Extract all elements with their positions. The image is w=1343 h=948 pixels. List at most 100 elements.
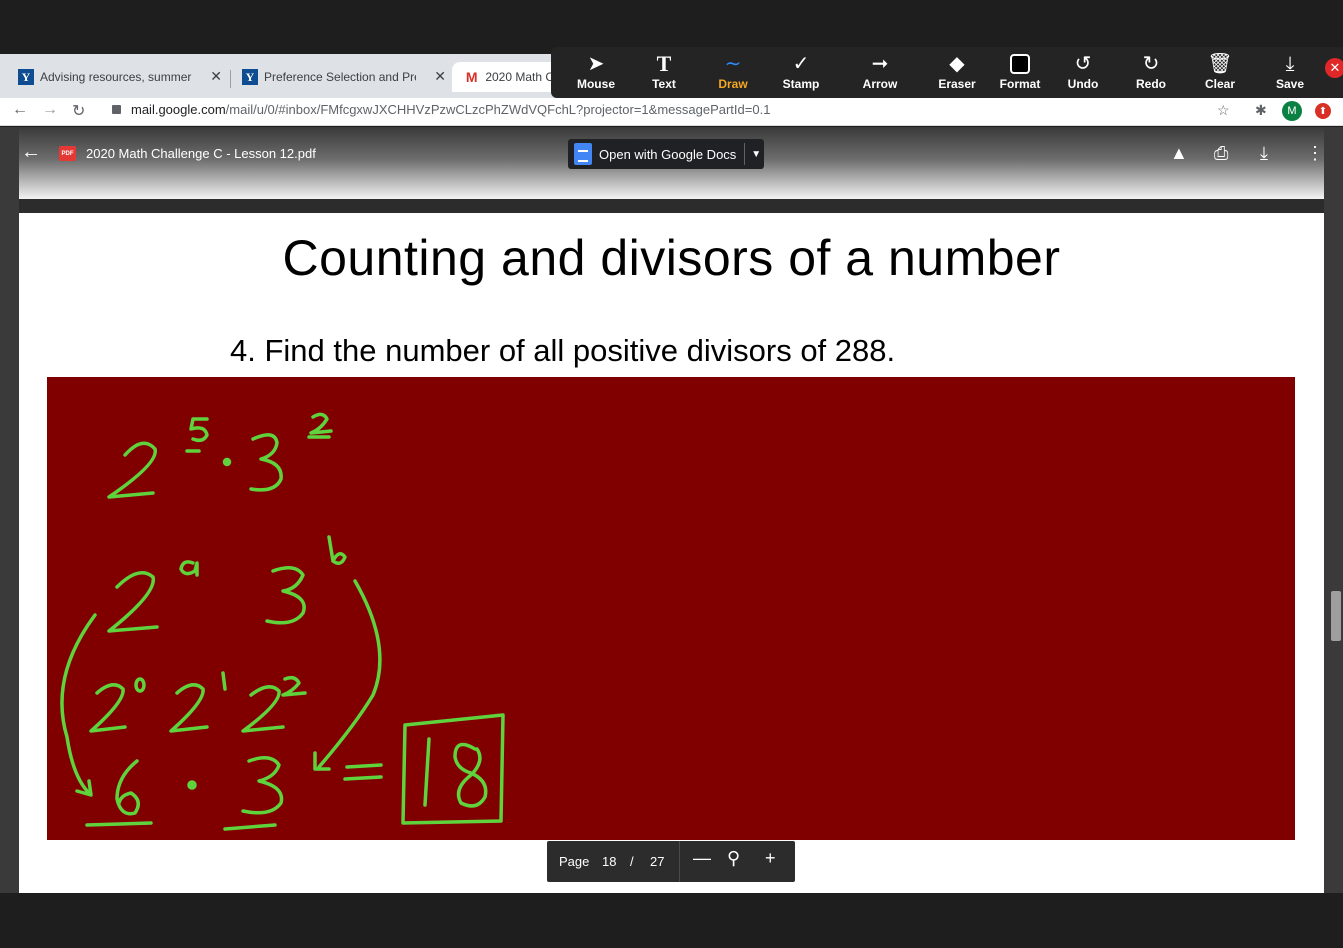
tool-label: Save bbox=[1275, 77, 1305, 91]
open-with-label: Open with Google Docs bbox=[599, 146, 737, 162]
tool-label: Arrow bbox=[862, 77, 898, 91]
tool-label: Draw bbox=[718, 77, 748, 91]
print-icon[interactable]: ⎙ bbox=[1214, 143, 1228, 164]
tool-label: Text bbox=[652, 77, 676, 91]
yale-favicon-icon: Y bbox=[242, 69, 258, 85]
ink-exponent-5 bbox=[189, 417, 209, 443]
ink-digit-3 bbox=[249, 433, 283, 492]
close-tab-icon[interactable]: ✕ bbox=[210, 68, 222, 85]
close-annotation-icon[interactable]: ✕ bbox=[1325, 58, 1343, 78]
scrollbar-thumb[interactable] bbox=[1331, 591, 1341, 641]
ink-digit-1 bbox=[423, 737, 431, 807]
tool-label: Format bbox=[999, 77, 1041, 91]
profile-avatar[interactable]: M bbox=[1282, 101, 1302, 121]
page-controls: Page 18 / 27 — ⚲ + bbox=[547, 841, 795, 882]
ink-curve-arrow-left bbox=[60, 613, 97, 795]
ink-underline bbox=[223, 823, 277, 831]
ink-exponent-1 bbox=[221, 671, 227, 691]
reload-icon[interactable]: ↻ bbox=[72, 101, 85, 121]
ink-digit-2 bbox=[169, 683, 209, 733]
pdf-file-icon: PDF bbox=[59, 146, 76, 161]
url-host: mail.google.com bbox=[131, 102, 226, 117]
format-tool-button[interactable]: Format bbox=[990, 51, 1050, 91]
open-with-google-docs-button[interactable]: Open with Google Docs ▼ bbox=[568, 139, 764, 169]
back-icon[interactable]: ← bbox=[12, 101, 28, 119]
eraser-tool-button[interactable]: ◆ Eraser bbox=[927, 51, 987, 91]
ink-letter-b bbox=[327, 535, 347, 565]
draw-tool-button[interactable]: ∼ Draw bbox=[703, 51, 763, 91]
ink-exponent-2 bbox=[309, 412, 333, 435]
total-pages: 27 bbox=[650, 854, 665, 869]
text-icon: T bbox=[656, 51, 672, 76]
question-text: 4. Find the number of all positive divis… bbox=[230, 333, 896, 368]
viewer-toolbar-strip bbox=[19, 199, 1324, 213]
tool-label: Clear bbox=[1204, 77, 1236, 91]
page-separator: / bbox=[630, 854, 634, 869]
tab-title: Advising resources, summer 20 bbox=[40, 70, 192, 84]
address-bar: ← → ↻ mail.google.com/mail/u/0/#inbox/FM… bbox=[0, 98, 1343, 126]
url-path: /mail/u/0/#inbox/FMfcgxwJXCHHVzPzwCLzcPh… bbox=[225, 102, 771, 117]
add-to-drive-icon[interactable]: ▲ bbox=[1170, 143, 1188, 164]
tool-label: Eraser bbox=[938, 77, 976, 91]
ink-digit-2 bbox=[89, 683, 127, 733]
more-options-icon[interactable]: ⋮ bbox=[1306, 143, 1324, 164]
mouse-tool-button[interactable]: ➤ Mouse bbox=[566, 51, 626, 91]
forward-icon[interactable]: → bbox=[42, 101, 58, 119]
ink-exponent-2 bbox=[281, 675, 307, 697]
extensions-icon[interactable]: ✱ bbox=[1255, 102, 1267, 119]
ink-equals bbox=[345, 763, 383, 769]
redo-icon: ↻ bbox=[1142, 53, 1160, 75]
bookmark-star-icon[interactable]: ☆ bbox=[1217, 102, 1230, 119]
arrow-right-icon: ➞ bbox=[871, 53, 889, 75]
ink-dot bbox=[187, 780, 197, 790]
handwriting-drawing bbox=[60, 412, 505, 831]
ink-digit-8 bbox=[453, 742, 488, 808]
handwritten-work-area bbox=[47, 377, 1295, 840]
stamp-tool-button[interactable]: ✓ Stamp bbox=[771, 51, 831, 91]
zoom-out-icon[interactable]: — bbox=[693, 848, 711, 869]
tool-label: Redo bbox=[1136, 77, 1166, 91]
ink-digit-3 bbox=[265, 566, 306, 625]
screen: Y Advising resources, summer 20 ✕ Y Pref… bbox=[0, 0, 1343, 948]
save-button[interactable]: ⤓ Save bbox=[1260, 51, 1320, 91]
ink-dot bbox=[222, 457, 232, 467]
chevron-down-icon[interactable]: ▼ bbox=[751, 149, 761, 160]
cursor-icon: ➤ bbox=[587, 53, 605, 75]
close-tab-icon[interactable]: ✕ bbox=[434, 68, 446, 85]
browser-tab-1[interactable]: Y Advising resources, summer 20 ✕ bbox=[0, 62, 228, 92]
url-field[interactable]: mail.google.com/mail/u/0/#inbox/FMfcgxwJ… bbox=[112, 102, 770, 117]
arrow-tool-button[interactable]: ➞ Arrow bbox=[850, 51, 910, 91]
update-icon[interactable]: ⬆ bbox=[1315, 103, 1331, 119]
format-swatch-icon bbox=[990, 51, 1050, 77]
ink-digit-6 bbox=[115, 759, 140, 816]
button-divider bbox=[744, 143, 746, 165]
current-page-input[interactable]: 18 bbox=[602, 854, 616, 869]
ink-underline bbox=[85, 821, 153, 827]
lock-icon bbox=[112, 105, 121, 114]
ink-digit-2 bbox=[241, 685, 285, 733]
eraser-icon: ◆ bbox=[949, 53, 965, 75]
trash-icon: 🗑 bbox=[1207, 53, 1233, 75]
slide-title: Counting and divisors of a number bbox=[282, 230, 1061, 286]
clear-button[interactable]: 🗑 Clear bbox=[1190, 51, 1250, 91]
ink-digit-2 bbox=[107, 571, 159, 633]
ink-digit-2 bbox=[107, 441, 157, 499]
bottom-margin bbox=[0, 893, 1343, 948]
viewer-back-icon[interactable]: ← bbox=[21, 141, 41, 164]
undo-button[interactable]: ↺ Undo bbox=[1053, 51, 1113, 91]
gmail-favicon-icon: M bbox=[465, 69, 478, 85]
zoom-in-icon[interactable]: + bbox=[765, 848, 776, 869]
tool-label: Undo bbox=[1067, 77, 1099, 91]
ink-answer-box bbox=[401, 713, 505, 825]
redo-button[interactable]: ↻ Redo bbox=[1121, 51, 1181, 91]
controls-divider bbox=[679, 841, 680, 882]
tool-label: Stamp bbox=[782, 77, 820, 91]
browser-tab-2[interactable]: Y Preference Selection and Prere ✕ bbox=[224, 62, 452, 92]
zoom-magnifier-icon[interactable]: ⚲ bbox=[727, 848, 740, 869]
undo-icon: ↺ bbox=[1074, 53, 1092, 75]
ink-equals bbox=[343, 775, 383, 781]
text-tool-button[interactable]: T Text bbox=[634, 51, 694, 91]
ink-curve-arrow-right bbox=[317, 579, 382, 769]
download-icon[interactable]: ⤓ bbox=[1260, 143, 1268, 164]
browser-tab-active[interactable]: M 2020 Math C bbox=[452, 62, 562, 92]
